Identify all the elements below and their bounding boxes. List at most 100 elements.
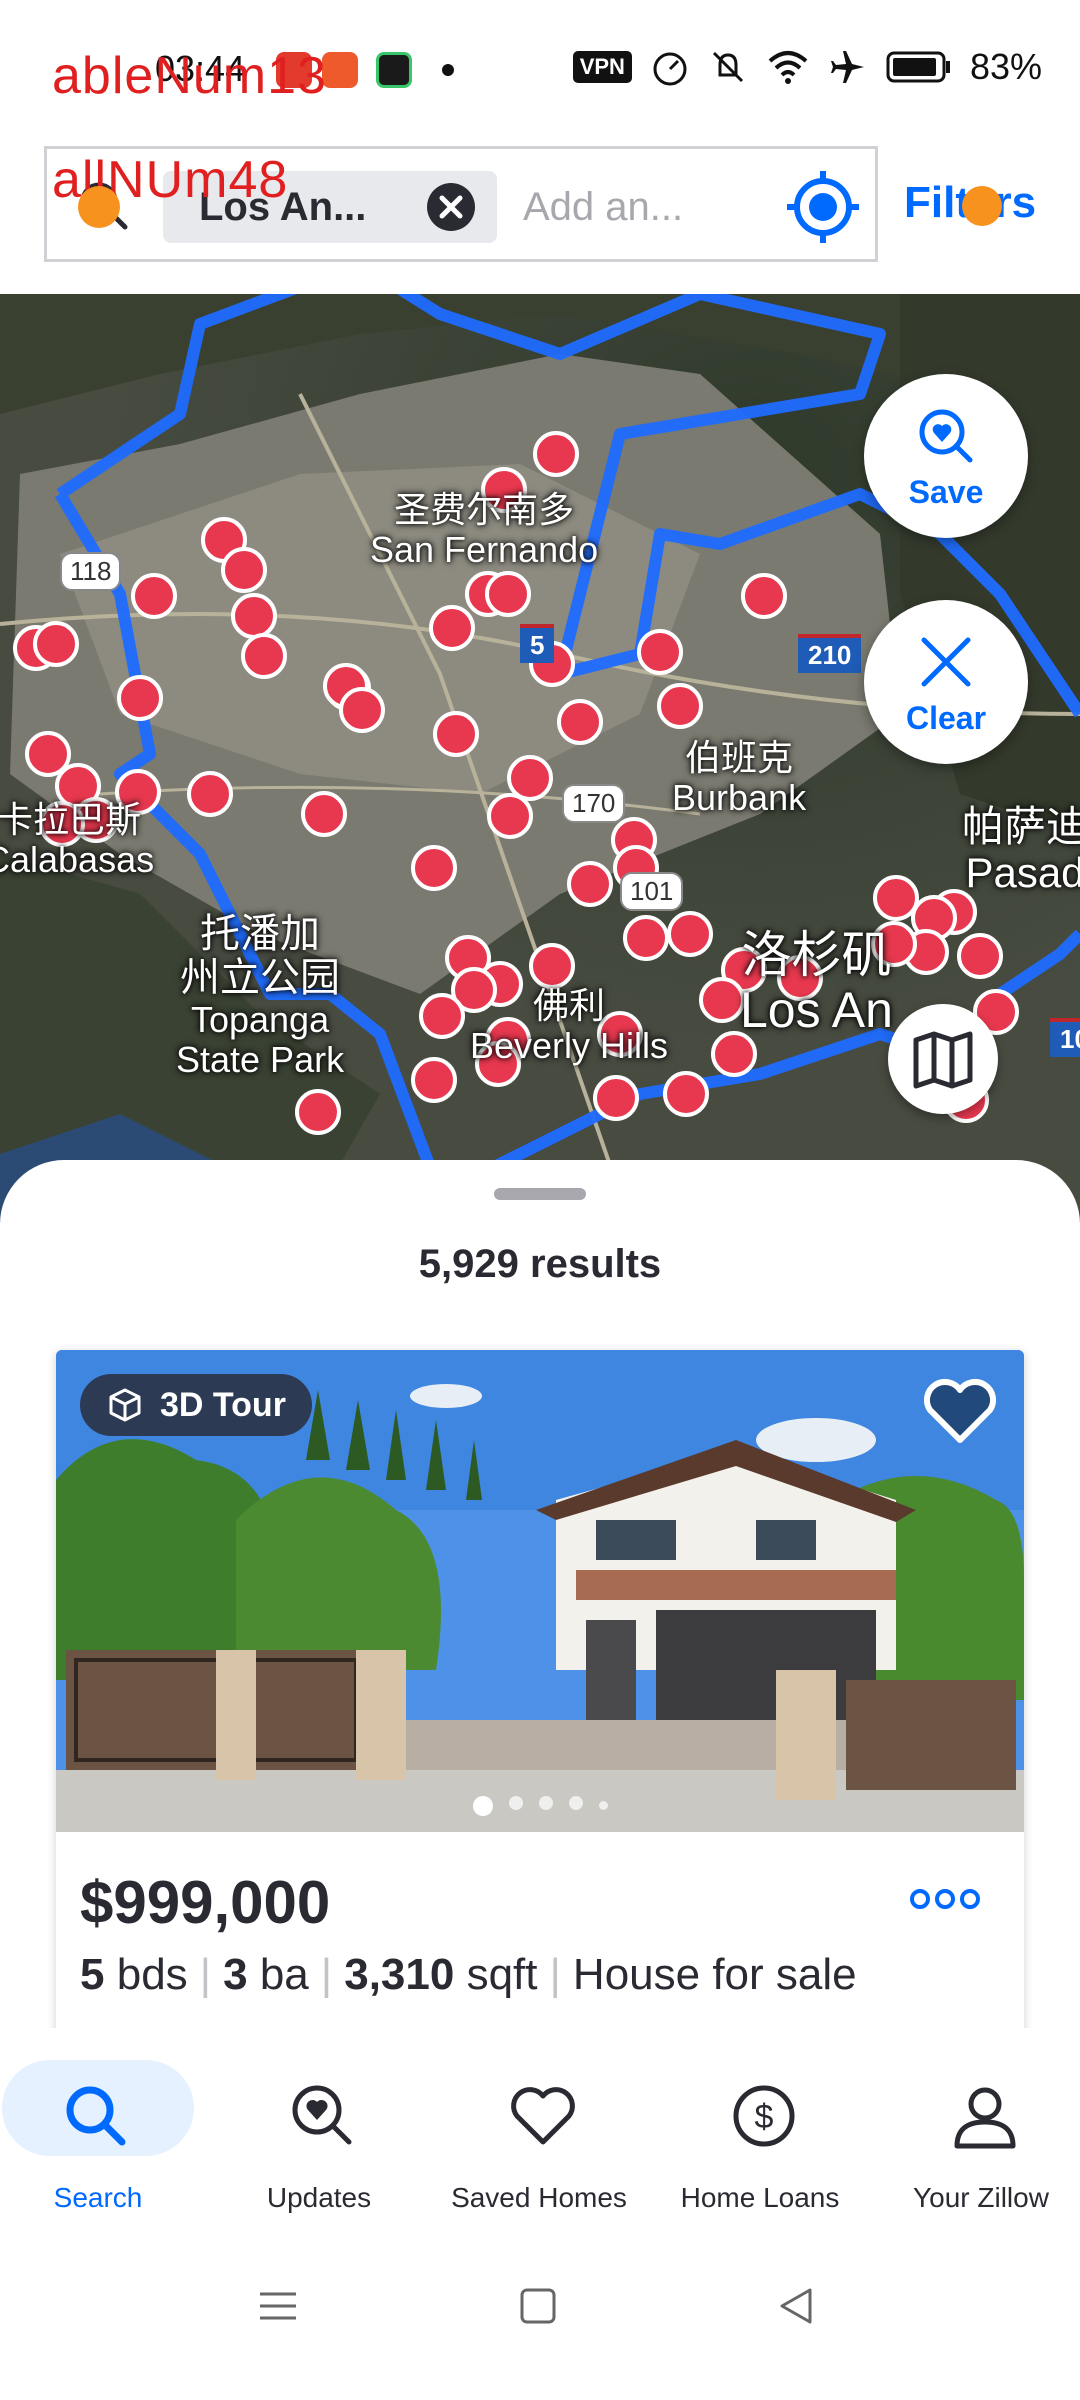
more-options-icon[interactable]	[910, 1884, 980, 1914]
airplane-icon	[830, 51, 864, 83]
listing-map-marker[interactable]	[187, 771, 233, 817]
route-170-shield: 170	[562, 784, 626, 823]
pagination-dot	[568, 1796, 583, 1811]
menu-icon[interactable]	[258, 2286, 298, 2326]
nav-your-zillow[interactable]: Your Zillow	[873, 2028, 1080, 2238]
listing-map-marker[interactable]	[231, 593, 277, 639]
pagination-dot	[598, 1801, 608, 1811]
listing-map-marker[interactable]	[741, 573, 787, 619]
listing-map-marker[interactable]	[699, 977, 745, 1023]
save-search-button[interactable]: Save	[864, 374, 1028, 538]
listing-map-marker[interactable]	[25, 731, 71, 777]
map-layers-button[interactable]	[888, 1004, 998, 1114]
clear-button[interactable]: Clear	[864, 600, 1028, 764]
results-sheet[interactable]: 5,929 results 3D Tour $999,000 5 bds | 3…	[0, 1160, 1080, 2030]
map-label-los-angeles: 洛杉矶 Los An	[740, 927, 893, 1038]
listing-map-marker[interactable]	[131, 573, 177, 619]
listing-map-marker[interactable]	[411, 845, 457, 891]
battery-percent: 83%	[969, 46, 1042, 87]
sqft-unit: sqft	[466, 1950, 538, 1999]
cube-icon	[109, 1388, 141, 1422]
listing-map-marker[interactable]	[117, 675, 163, 721]
listing-map-marker[interactable]	[533, 431, 579, 477]
listing-card[interactable]: 3D Tour $999,000 5 bds | 3 ba | 3,310 sqft | H…	[56, 1350, 1024, 2030]
nav-updates[interactable]: Updates	[211, 2028, 427, 2238]
listing-map-marker[interactable]	[301, 791, 347, 837]
listing-map-marker[interactable]	[623, 915, 669, 961]
listing-type: House for sale	[572, 1950, 857, 1999]
listing-map-marker[interactable]	[657, 683, 703, 729]
nav-saved-homes-label: Saved Homes	[451, 2182, 627, 2213]
add-location-input[interactable]: Add an...	[523, 185, 683, 230]
search-icon	[66, 2086, 126, 2146]
listing-map-marker[interactable]	[339, 687, 385, 733]
clear-label: Clear	[905, 700, 987, 736]
overlay-text-1: ableNum13	[52, 47, 327, 105]
save-search-label: Save	[908, 474, 984, 510]
route-5-shield: 5	[520, 624, 555, 663]
close-icon[interactable]	[427, 183, 475, 231]
bottom-navigation: Search Updates Saved Homes $ Home Loans …	[0, 2028, 1080, 2238]
map-label-beverly-hills: 佛利 Beverly Hills	[470, 985, 669, 1066]
nav-saved-homes[interactable]: Saved Homes	[431, 2028, 647, 2238]
listing-facts: 5 bds | 3 ba | 3,310 sqft | House for sale	[80, 1950, 857, 1999]
listing-map-marker[interactable]	[957, 933, 1003, 979]
home-icon[interactable]	[518, 2286, 558, 2326]
listing-map-marker[interactable]	[429, 605, 475, 651]
listing-map-marker[interactable]	[411, 1057, 457, 1103]
mute-icon	[712, 51, 743, 83]
favorite-heart-icon[interactable]	[922, 1376, 998, 1446]
map-label-calabasas: 卡拉巴斯 Calabasas	[0, 799, 155, 880]
save-search-icon	[919, 409, 973, 463]
listing-price: $999,000	[80, 1869, 331, 1936]
listing-photo[interactable]: 3D Tour	[56, 1350, 1024, 1832]
app-icon-2	[322, 52, 358, 88]
listing-map-marker[interactable]	[529, 943, 575, 989]
listing-map-marker[interactable]	[637, 629, 683, 675]
listing-map-marker[interactable]	[593, 1075, 639, 1121]
listing-map-marker[interactable]	[711, 1031, 757, 1077]
battery-icon	[886, 51, 950, 83]
listing-map-marker[interactable]	[221, 547, 267, 593]
listing-map-marker[interactable]	[33, 621, 79, 667]
3d-tour-label: 3D Tour	[160, 1386, 286, 1424]
beds-value: 5	[80, 1950, 105, 1999]
nav-home-loans[interactable]: $ Home Loans	[652, 2028, 868, 2238]
listing-map-marker[interactable]	[241, 633, 287, 679]
app-icon-3	[376, 52, 412, 88]
person-icon	[954, 2087, 1016, 2149]
map-label-burbank: 伯班克 Burbank	[672, 737, 807, 818]
listing-map-marker[interactable]	[507, 755, 553, 801]
route-210-shield: 210	[798, 634, 862, 673]
nav-search[interactable]: Search	[0, 2028, 216, 2238]
map-label-topanga: 托潘加 州立公园 Topanga State Park	[176, 912, 345, 1080]
status-bar: 03:44 VPN 83% ableNum13	[0, 0, 1080, 140]
nav-updates-label: Updates	[266, 2182, 372, 2213]
listing-map-marker[interactable]	[557, 699, 603, 745]
listing-map-marker[interactable]	[567, 861, 613, 907]
wifi-icon	[768, 51, 808, 84]
status-icons: VPN 83%	[572, 46, 1042, 88]
listing-map-marker[interactable]	[295, 1089, 341, 1135]
listing-map-marker[interactable]	[487, 793, 533, 839]
listing-map-marker[interactable]	[667, 911, 713, 957]
listing-map-marker[interactable]	[485, 571, 531, 617]
notification-dot	[442, 64, 454, 76]
results-count: 5,929 results	[418, 1242, 662, 1286]
listing-map-marker[interactable]	[433, 711, 479, 757]
dollar-circle-icon: $	[733, 2085, 795, 2147]
sheet-drag-handle[interactable]	[494, 1188, 586, 1200]
back-icon[interactable]	[776, 2286, 816, 2326]
heart-icon	[511, 2087, 575, 2145]
listing-map-marker[interactable]	[873, 875, 919, 921]
touch-indicator-dot	[962, 186, 1002, 226]
current-location-icon[interactable]	[783, 167, 863, 247]
listing-map-marker[interactable]	[663, 1071, 709, 1117]
map-view[interactable]: 圣费尔南多 San Fernando 伯班克 Burbank 卡拉巴斯 Cala…	[0, 294, 1080, 1234]
3d-tour-badge[interactable]: 3D Tour	[80, 1374, 312, 1436]
listing-map-marker[interactable]	[419, 993, 465, 1039]
system-navigation-bar	[0, 2238, 1080, 2400]
route-118-shield: 118	[60, 552, 122, 591]
map-icon	[913, 1031, 973, 1089]
speed-icon	[653, 52, 687, 86]
